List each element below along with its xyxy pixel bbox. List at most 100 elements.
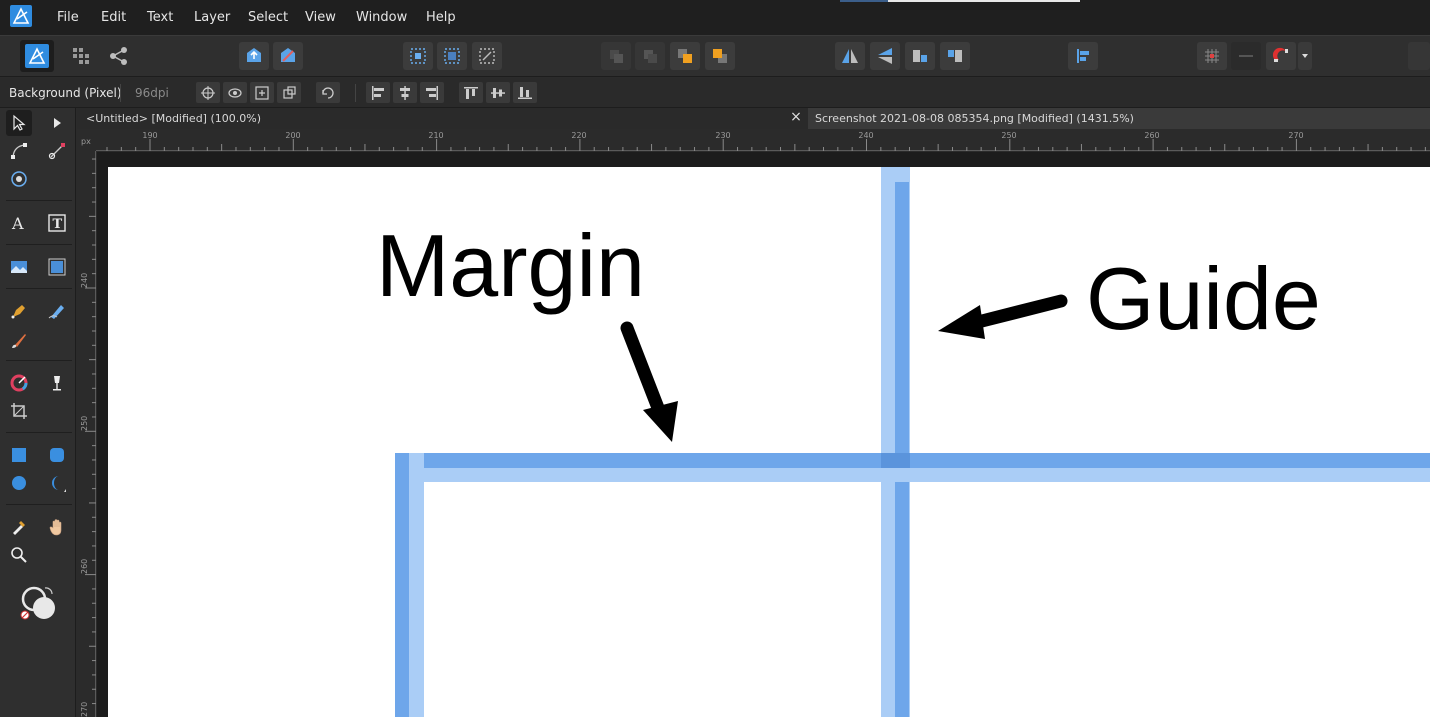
liquify-persona-button[interactable]	[66, 42, 96, 70]
ruler-unit-label: px	[81, 137, 91, 146]
ruler-label: 240	[80, 272, 89, 288]
ruler-label: 260	[80, 558, 89, 574]
document-canvas[interactable]: Margin Guide	[108, 167, 1430, 717]
guide-arrow-head	[938, 305, 985, 339]
tools-divider	[6, 200, 72, 201]
tools-divider	[6, 504, 72, 505]
alignment-button[interactable]	[1068, 42, 1098, 70]
menu-edit[interactable]: Edit	[101, 10, 126, 25]
corner-tool[interactable]	[44, 138, 70, 164]
rotate-left-button[interactable]	[905, 42, 935, 70]
snapping-dropdown-button[interactable]	[1298, 42, 1312, 70]
affinity-photo-logo-icon[interactable]	[10, 5, 32, 27]
pen-tool[interactable]	[6, 298, 32, 324]
document-tabs: <Untitled> [Modified] (100.0%) × Screens…	[77, 108, 1430, 129]
align-left-button[interactable]	[366, 82, 390, 103]
artistic-text-tool[interactable]: A	[6, 210, 32, 236]
color-picker-tool[interactable]	[6, 514, 32, 540]
tab-untitled[interactable]: <Untitled> [Modified] (100.0%) ×	[77, 108, 807, 129]
divider	[120, 84, 121, 102]
crop-tool[interactable]	[6, 398, 32, 424]
flip-vertical-button[interactable]	[870, 42, 900, 70]
ruler-label: 210	[428, 131, 444, 140]
menu-file[interactable]: File	[57, 10, 79, 25]
show-bounding-box-button[interactable]	[223, 82, 247, 103]
upload-button[interactable]	[239, 42, 269, 70]
tab-screenshot[interactable]: Screenshot 2021-08-08 085354.png [Modifi…	[808, 108, 1430, 129]
tools-divider	[6, 360, 72, 361]
vertical-ruler[interactable]: 240 250 260 270	[77, 151, 96, 717]
snapping-guides-button[interactable]	[1231, 42, 1261, 70]
align-bottom-button[interactable]	[513, 82, 537, 103]
rotate-right-button[interactable]	[940, 42, 970, 70]
flood-select-tool[interactable]	[6, 166, 32, 192]
menu-text[interactable]: Text	[147, 10, 173, 25]
node-tool[interactable]	[6, 138, 32, 164]
svg-text:A: A	[11, 214, 24, 232]
close-icon[interactable]: ×	[787, 109, 805, 125]
divider	[355, 84, 356, 102]
ruler-label: 220	[571, 131, 587, 140]
paint-brush-tool[interactable]	[6, 328, 32, 354]
guide-arrow	[971, 294, 1068, 329]
align-top-button[interactable]	[459, 82, 483, 103]
margin-annotation: Margin	[376, 216, 645, 315]
guide-intersection	[881, 453, 910, 468]
ruler-label: 250	[80, 415, 89, 431]
transform-objects-button[interactable]	[277, 82, 301, 103]
frame-text-tool[interactable]: T	[44, 210, 70, 236]
context-toolbar: Background (Pixel) 96dpi	[0, 78, 1430, 108]
export-persona-button[interactable]	[104, 42, 134, 70]
select-all-button[interactable]	[437, 42, 467, 70]
tools-panel: A T	[0, 108, 76, 717]
pencil-tool[interactable]	[44, 298, 70, 324]
snapping-grid-button[interactable]	[1197, 42, 1227, 70]
canvas-area[interactable]: Margin Guide	[97, 152, 1430, 717]
ellipse-tool[interactable]	[6, 470, 32, 496]
rectangle-tool[interactable]	[6, 442, 32, 468]
margin-arrow-head	[643, 401, 678, 442]
tools-divider	[6, 432, 72, 433]
ruler-label: 250	[1001, 131, 1017, 140]
margin-line-vertical	[395, 453, 409, 717]
title-strip	[888, 0, 1080, 2]
fill-tool[interactable]	[6, 370, 32, 396]
selection-bounds-button[interactable]	[403, 42, 433, 70]
margin-arrow	[620, 321, 667, 420]
move-tool[interactable]	[6, 110, 32, 136]
ruler-label: 240	[858, 131, 874, 140]
crescent-tool[interactable]	[44, 470, 70, 496]
guide-line[interactable]	[895, 182, 909, 717]
photo-persona-button[interactable]	[20, 40, 54, 72]
arrange-front-button[interactable]	[705, 42, 735, 70]
transparency-tool[interactable]	[44, 370, 70, 396]
arrange-backward-button[interactable]	[635, 42, 665, 70]
snapping-magnet-button[interactable]	[1266, 42, 1296, 70]
arrange-forward-button[interactable]	[670, 42, 700, 70]
menu-window[interactable]: Window	[356, 10, 407, 25]
hand-tool-icon[interactable]	[44, 514, 70, 540]
crop-frame-tool[interactable]	[44, 254, 70, 280]
align-center-button[interactable]	[393, 82, 417, 103]
transform-selection-button[interactable]	[472, 42, 502, 70]
place-image-tool[interactable]	[6, 254, 32, 280]
align-right-button[interactable]	[420, 82, 444, 103]
menu-help[interactable]: Help	[426, 10, 456, 25]
horizontal-ruler[interactable]: 190 200 210 220 230 240 250 260 270	[96, 129, 1430, 151]
arrange-back-button[interactable]	[601, 42, 631, 70]
rounded-rectangle-tool[interactable]	[44, 442, 70, 468]
transform-origin-button[interactable]	[196, 82, 220, 103]
ruler-label: 200	[285, 131, 301, 140]
assistant-button[interactable]	[1408, 42, 1430, 70]
rotate-canvas-button[interactable]	[316, 82, 340, 103]
transform-mode-button[interactable]	[250, 82, 274, 103]
menu-view[interactable]: View	[305, 10, 336, 25]
sync-button[interactable]	[273, 42, 303, 70]
zoom-tool[interactable]	[6, 542, 32, 568]
flip-horizontal-button[interactable]	[835, 42, 865, 70]
menu-layer[interactable]: Layer	[194, 10, 230, 25]
align-middle-button[interactable]	[486, 82, 510, 103]
menu-select[interactable]: Select	[248, 10, 288, 25]
color-swatch-widget[interactable]	[16, 582, 60, 626]
view-tool[interactable]	[44, 110, 70, 136]
